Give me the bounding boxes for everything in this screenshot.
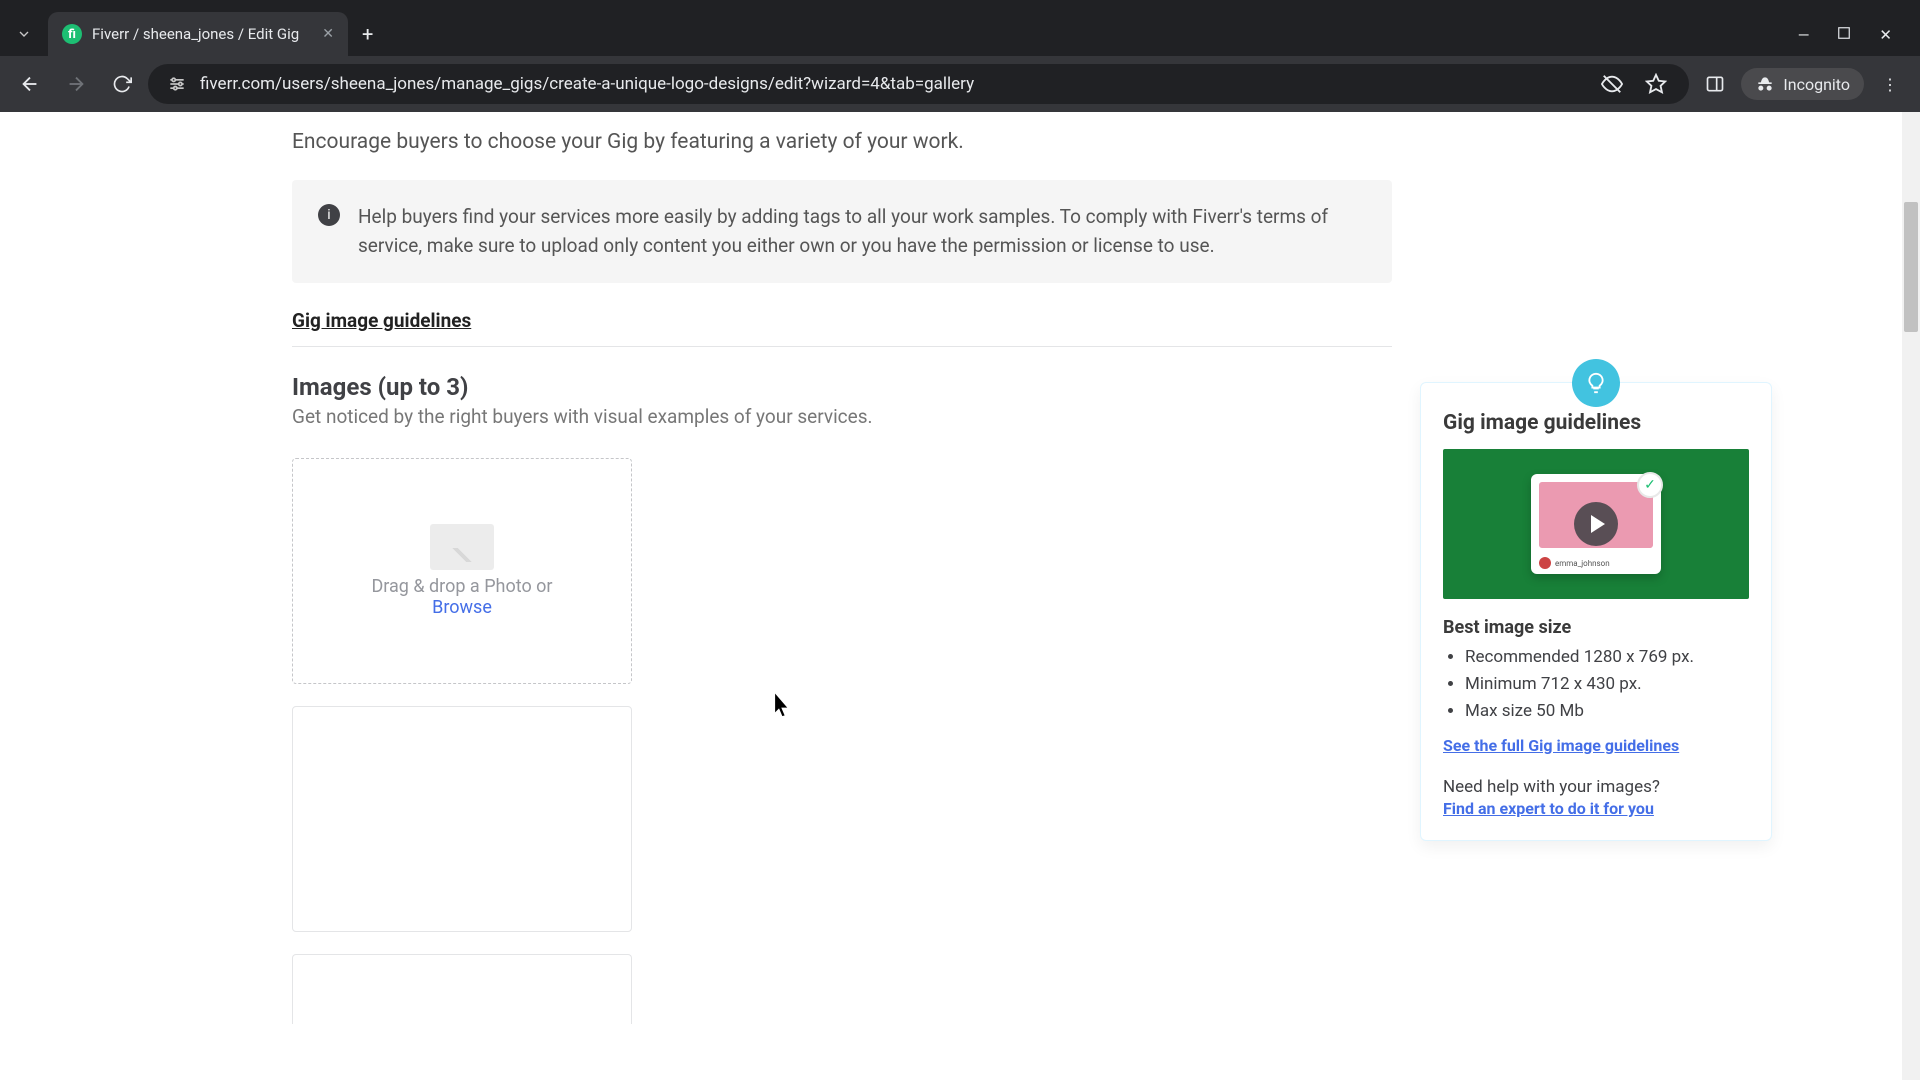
tracking-protection-icon[interactable]: [1595, 73, 1629, 95]
play-button[interactable]: [1574, 502, 1618, 546]
url-input[interactable]: fiverr.com/users/sheena_jones/manage_gig…: [148, 64, 1689, 104]
browse-link[interactable]: Browse: [432, 597, 492, 618]
video-username: emma_johnson: [1555, 559, 1610, 568]
tip-panel: Gig image guidelines ✓ emma_johnson Best…: [1420, 382, 1772, 841]
list-item: Max size 50 Mb: [1465, 698, 1749, 725]
tip-title: Gig image guidelines: [1443, 411, 1749, 435]
dropzone-text: Drag & drop a Photo or: [371, 576, 552, 597]
info-notice: i Help buyers find your services more ea…: [292, 180, 1392, 283]
browser-tab[interactable]: fi Fiverr / sheena_jones / Edit Gig ✕: [48, 12, 348, 56]
window-close-button[interactable]: ✕: [1879, 26, 1892, 44]
list-item: Minimum 712 x 430 px.: [1465, 671, 1749, 698]
tab-close-button[interactable]: ✕: [322, 26, 334, 42]
window-controls: — ✕: [1798, 26, 1910, 56]
image-placeholder-icon: [430, 524, 494, 570]
side-panel-button[interactable]: [1695, 64, 1735, 104]
find-expert-link[interactable]: Find an expert to do it for you: [1443, 799, 1654, 818]
images-section-subtitle: Get noticed by the right buyers with vis…: [292, 405, 1400, 428]
incognito-icon: [1755, 74, 1775, 94]
full-guidelines-link[interactable]: See the full Gig image guidelines: [1443, 736, 1679, 755]
check-icon: ✓: [1637, 472, 1663, 498]
window-maximize-button[interactable]: [1837, 26, 1851, 44]
incognito-label: Incognito: [1783, 75, 1850, 94]
tip-video-thumbnail[interactable]: ✓ emma_johnson: [1443, 449, 1749, 599]
nav-back-button[interactable]: [10, 64, 50, 104]
gig-image-guidelines-link[interactable]: Gig image guidelines: [292, 309, 471, 332]
nav-forward-button: [56, 64, 96, 104]
scrollbar-thumb[interactable]: [1904, 202, 1918, 332]
browser-address-bar: fiverr.com/users/sheena_jones/manage_gig…: [0, 56, 1920, 112]
lightbulb-icon: [1572, 359, 1620, 407]
image-dropzone[interactable]: Drag & drop a Photo or Browse: [292, 458, 632, 684]
play-icon: [1591, 515, 1605, 533]
size-bullet-list: Recommended 1280 x 769 px. Minimum 712 x…: [1443, 644, 1749, 726]
images-section-title: Images (up to 3): [292, 373, 1400, 401]
image-slot-2[interactable]: [292, 706, 632, 932]
url-text: fiverr.com/users/sheena_jones/manage_gig…: [200, 74, 1585, 94]
info-icon: i: [318, 204, 340, 226]
new-tab-button[interactable]: +: [348, 12, 387, 56]
browser-tab-strip: fi Fiverr / sheena_jones / Edit Gig ✕ + …: [0, 0, 1920, 56]
browser-menu-button[interactable]: ⋮: [1870, 75, 1910, 94]
help-question: Need help with your images?: [1443, 777, 1749, 797]
nav-reload-button[interactable]: [102, 64, 142, 104]
section-divider: [292, 346, 1392, 347]
avatar-icon: [1539, 557, 1551, 569]
notice-text: Help buyers find your services more easi…: [358, 202, 1366, 261]
window-minimize-button[interactable]: —: [1798, 26, 1810, 44]
tab-search-button[interactable]: [0, 12, 48, 56]
bookmark-icon[interactable]: [1639, 73, 1673, 95]
lead-text: Encourage buyers to choose your Gig by f…: [292, 130, 1400, 154]
best-size-heading: Best image size: [1443, 617, 1749, 638]
image-slot-3[interactable]: [292, 954, 632, 1024]
tab-title: Fiverr / sheena_jones / Edit Gig: [92, 25, 312, 43]
fiverr-favicon-icon: fi: [62, 24, 82, 44]
incognito-indicator[interactable]: Incognito: [1741, 68, 1864, 100]
site-settings-icon[interactable]: [164, 71, 190, 97]
page-viewport: Encourage buyers to choose your Gig by f…: [0, 112, 1920, 1080]
list-item: Recommended 1280 x 769 px.: [1465, 644, 1749, 671]
main-content: Encourage buyers to choose your Gig by f…: [0, 112, 1400, 1024]
vertical-scrollbar[interactable]: [1902, 112, 1920, 1080]
